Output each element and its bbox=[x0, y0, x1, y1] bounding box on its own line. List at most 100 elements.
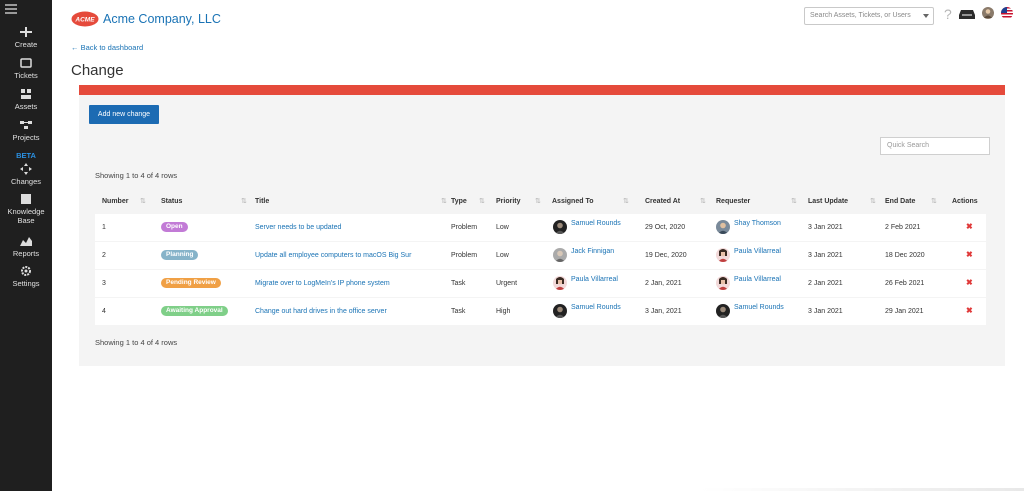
pagination-info-bottom: Showing 1 to 4 of 4 rows bbox=[95, 338, 178, 347]
table-row[interactable]: 4 Awaiting Approval Change out hard driv… bbox=[95, 298, 986, 325]
end-date-cell: 18 Dec 2020 bbox=[885, 252, 925, 259]
company-name[interactable]: Acme Company, LLC bbox=[103, 12, 221, 26]
global-search-input[interactable]: Search Assets, Tickets, or Users bbox=[804, 7, 934, 25]
column-header-last-update[interactable]: Last Update bbox=[808, 198, 848, 205]
status-badge: Planning bbox=[161, 250, 199, 260]
hamburger-menu-icon[interactable] bbox=[5, 4, 17, 14]
sort-icon[interactable]: ⇅ bbox=[441, 197, 447, 205]
sidebar-item-label-2: Base bbox=[17, 216, 35, 225]
table-row[interactable]: 3 Pending Review Migrate over to LogMeIn… bbox=[95, 270, 986, 297]
ticket-icon bbox=[20, 58, 32, 68]
sort-icon[interactable]: ⇅ bbox=[870, 197, 876, 205]
requester-link[interactable]: Shay Thomson bbox=[734, 220, 781, 227]
changes-icon bbox=[20, 163, 32, 175]
table-row[interactable]: 2 Planning Update all employee computers… bbox=[95, 242, 986, 269]
red-divider bbox=[79, 85, 1005, 95]
sidebar-item-label: Reports bbox=[12, 249, 40, 258]
column-header-requester[interactable]: Requester bbox=[716, 198, 750, 205]
delete-icon[interactable]: ✖ bbox=[966, 250, 973, 259]
inbox-icon[interactable] bbox=[959, 9, 975, 19]
column-header-priority[interactable]: Priority bbox=[496, 198, 521, 205]
type-cell: Problem bbox=[451, 224, 478, 231]
sidebar-item-changes[interactable]: Changes bbox=[0, 163, 52, 186]
type-cell: Task bbox=[451, 308, 466, 315]
sort-icon[interactable]: ⇅ bbox=[535, 197, 541, 205]
status-badge: Pending Review bbox=[161, 278, 221, 288]
created-at-cell: 2 Jan, 2021 bbox=[645, 280, 682, 287]
sidebar: Create Tickets Assets Projects BETA Chan… bbox=[0, 0, 52, 491]
sort-icon[interactable]: ⇅ bbox=[623, 197, 629, 205]
delete-icon[interactable]: ✖ bbox=[966, 278, 973, 287]
sidebar-item-create[interactable]: Create bbox=[0, 26, 52, 49]
column-header-title[interactable]: Title bbox=[255, 198, 269, 205]
requester-link[interactable]: Samuel Rounds bbox=[734, 304, 784, 311]
end-date-cell: 2 Feb 2021 bbox=[885, 224, 921, 231]
sidebar-item-reports[interactable]: Reports bbox=[0, 235, 52, 258]
sidebar-item-label: Tickets bbox=[14, 71, 38, 80]
change-title-link[interactable]: Server needs to be updated bbox=[255, 224, 341, 231]
sidebar-item-settings[interactable]: Settings bbox=[0, 265, 52, 288]
requester-link[interactable]: Paula Villarreal bbox=[734, 276, 781, 283]
sort-icon[interactable]: ⇅ bbox=[140, 197, 146, 205]
sidebar-item-label: Assets bbox=[14, 102, 38, 111]
sort-icon[interactable]: ⇅ bbox=[791, 197, 797, 205]
sidebar-item-knowledge-base[interactable]: Knowledge Base bbox=[0, 193, 52, 225]
add-new-change-button[interactable]: Add new change bbox=[89, 105, 159, 124]
column-header-type[interactable]: Type bbox=[451, 198, 467, 205]
table-row[interactable]: 1 Open Server needs to be updated Proble… bbox=[95, 214, 986, 241]
row-number: 3 bbox=[102, 280, 106, 287]
last-update-cell: 3 Jan 2021 bbox=[808, 252, 843, 259]
sort-icon[interactable]: ⇅ bbox=[241, 197, 247, 205]
assigned-to-link[interactable]: Samuel Rounds bbox=[571, 304, 621, 311]
sidebar-item-tickets[interactable]: Tickets bbox=[0, 57, 52, 80]
status-badge: Open bbox=[161, 222, 188, 232]
row-number: 1 bbox=[102, 224, 106, 231]
column-header-actions: Actions bbox=[952, 198, 978, 205]
sort-icon[interactable]: ⇅ bbox=[479, 197, 485, 205]
last-update-cell: 2 Jan 2021 bbox=[808, 280, 843, 287]
change-title-link[interactable]: Change out hard drives in the office ser… bbox=[255, 308, 387, 315]
end-date-cell: 29 Jan 2021 bbox=[885, 308, 924, 315]
quick-search-input[interactable]: Quick Search bbox=[880, 137, 990, 155]
page-title: Change bbox=[71, 62, 124, 79]
row-number: 4 bbox=[102, 308, 106, 315]
acme-logo[interactable]: ACME bbox=[71, 11, 99, 27]
column-header-end-date[interactable]: End Date bbox=[885, 198, 915, 205]
avatar bbox=[716, 248, 730, 262]
delete-icon[interactable]: ✖ bbox=[966, 306, 973, 315]
search-placeholder: Search Assets, Tickets, or Users bbox=[810, 12, 911, 19]
sort-icon[interactable]: ⇅ bbox=[931, 197, 937, 205]
last-update-cell: 3 Jan 2021 bbox=[808, 308, 843, 315]
created-at-cell: 29 Oct, 2020 bbox=[645, 224, 686, 231]
help-icon[interactable]: ? bbox=[944, 6, 952, 22]
us-flag-icon[interactable] bbox=[1001, 7, 1013, 19]
pagination-info-top: Showing 1 to 4 of 4 rows bbox=[95, 171, 178, 180]
change-title-link[interactable]: Update all employee computers to macOS B… bbox=[255, 252, 411, 259]
delete-icon[interactable]: ✖ bbox=[966, 222, 973, 231]
sidebar-item-label: Changes bbox=[10, 177, 42, 186]
row-number: 2 bbox=[102, 252, 106, 259]
column-header-created-at[interactable]: Created At bbox=[645, 198, 680, 205]
assigned-to-link[interactable]: Samuel Rounds bbox=[571, 220, 621, 227]
sidebar-item-assets[interactable]: Assets bbox=[0, 88, 52, 111]
table-header: Number ⇅ Status ⇅ Title ⇅ Type ⇅ Priorit… bbox=[95, 193, 986, 213]
column-header-status[interactable]: Status bbox=[161, 198, 182, 205]
avatar bbox=[553, 304, 567, 318]
sidebar-item-projects[interactable]: Projects bbox=[0, 119, 52, 142]
sort-icon[interactable]: ⇅ bbox=[700, 197, 706, 205]
change-title-link[interactable]: Migrate over to LogMeIn's IP phone syste… bbox=[255, 280, 390, 287]
user-avatar[interactable] bbox=[982, 7, 994, 19]
assigned-to-link[interactable]: Jack Finnigan bbox=[571, 248, 614, 255]
column-header-assigned-to[interactable]: Assigned To bbox=[552, 198, 593, 205]
sidebar-item-label: Projects bbox=[12, 133, 40, 142]
type-cell: Problem bbox=[451, 252, 478, 259]
column-header-number[interactable]: Number bbox=[102, 198, 128, 205]
assets-icon bbox=[21, 89, 31, 99]
assigned-to-link[interactable]: Paula Villarreal bbox=[571, 276, 618, 283]
last-update-cell: 3 Jan 2021 bbox=[808, 224, 843, 231]
avatar bbox=[553, 248, 567, 262]
back-to-dashboard-link[interactable]: ← Back to dashboard bbox=[71, 43, 143, 52]
requester-link[interactable]: Paula Villarreal bbox=[734, 248, 781, 255]
created-at-cell: 19 Dec, 2020 bbox=[645, 252, 687, 259]
chevron-down-icon bbox=[923, 14, 929, 18]
